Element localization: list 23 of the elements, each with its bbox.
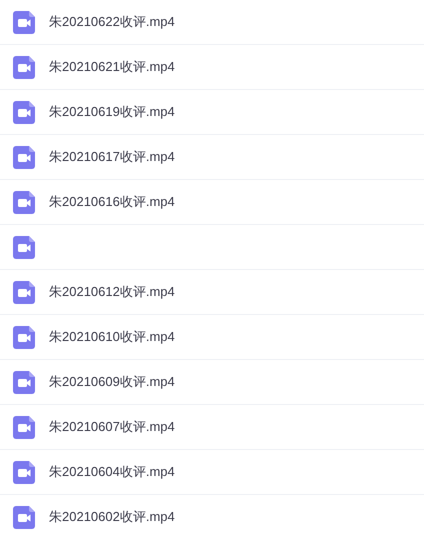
file-name[interactable]: 朱20210612收评.mp4	[49, 282, 175, 302]
video-file-icon	[13, 370, 35, 394]
file-name[interactable]: 朱20210619收评.mp4	[49, 102, 175, 122]
video-file-icon	[13, 146, 35, 168]
video-file-icon	[13, 100, 35, 124]
file-name[interactable]: 朱20210621收评.mp4	[49, 57, 175, 77]
file-name[interactable]: 朱20210607收评.mp4	[49, 417, 175, 437]
video-file-icon	[13, 190, 35, 214]
file-name[interactable]: 朱20210604收评.mp4	[49, 462, 175, 482]
video-file-icon	[13, 506, 35, 528]
video-file-icon	[13, 416, 35, 438]
file-name[interactable]: 朱20210610收评.mp4	[49, 327, 175, 347]
file-name[interactable]: 朱20210622收评.mp4	[49, 12, 175, 32]
file-name[interactable]: 朱20210617收评.mp4	[49, 147, 175, 167]
file-name[interactable]: 朱20210602收评.mp4	[49, 507, 175, 527]
file-name[interactable]: 朱20210609收评.mp4	[49, 372, 175, 392]
video-file-icon	[13, 280, 35, 304]
video-file-icon	[13, 10, 35, 34]
video-file-icon	[13, 460, 35, 484]
video-file-icon	[13, 56, 35, 78]
file-name[interactable]: 朱20210616收评.mp4	[49, 192, 175, 212]
video-file-icon	[13, 236, 35, 258]
video-file-icon	[13, 326, 35, 348]
